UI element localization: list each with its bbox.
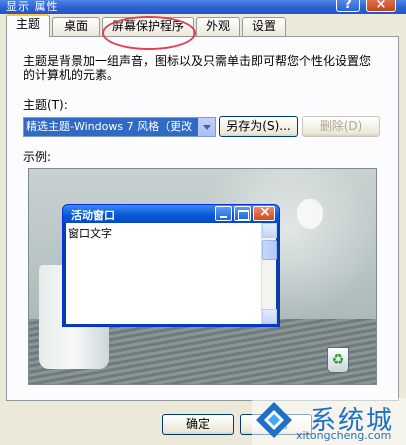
preview-window-text: 窗口文字 xyxy=(68,227,112,240)
recycle-bin-icon: ♻ xyxy=(327,347,349,373)
close-button[interactable]: × xyxy=(366,0,396,12)
preview-scrollbar xyxy=(261,223,277,324)
window-title-bar[interactable]: 显示 属性 ? × xyxy=(0,0,406,14)
watermark-domain: xitongcheng.com xyxy=(296,429,392,442)
scroll-up-icon xyxy=(262,223,277,238)
tab-bar: 主题 桌面 屏幕保护程序 外观 设置 xyxy=(6,14,402,37)
window-title: 显示 属性 xyxy=(6,0,59,13)
preview-window-client: 窗口文字 xyxy=(66,223,277,324)
save-as-button[interactable]: 另存为(S)... xyxy=(219,116,298,137)
tab-desktop[interactable]: 桌面 xyxy=(52,17,100,36)
close-icon xyxy=(253,204,275,221)
theme-dropdown-value: 精选主题-Windows 7 风格（更改 xyxy=(24,118,198,136)
preview-window-title-bar: 活动窗口 xyxy=(63,204,279,223)
theme-label: 主题(T): xyxy=(23,98,68,112)
scroll-thumb xyxy=(262,240,277,260)
apple-logo-icon xyxy=(297,199,323,229)
preview-window-title: 活动窗口 xyxy=(71,209,115,222)
themes-description: 主题是背景加一组声音，图标以及只需单击即可帮您个性化设置您的计算机的元素。 xyxy=(23,54,372,82)
theme-preview: ♻ 活动窗口 窗口文字 xyxy=(28,168,377,385)
scroll-down-icon xyxy=(262,309,277,324)
preview-active-window: 活动窗口 窗口文字 xyxy=(62,204,280,327)
tab-settings[interactable]: 设置 xyxy=(242,17,286,36)
theme-dropdown[interactable]: 精选主题-Windows 7 风格（更改 xyxy=(23,117,216,137)
help-button[interactable]: ? xyxy=(336,0,360,12)
site-logo-icon xyxy=(256,402,292,438)
site-watermark: 系统城 xitongcheng.com xyxy=(252,398,406,445)
minimize-icon xyxy=(215,206,232,221)
tab-themes[interactable]: 主题 xyxy=(6,14,50,37)
chevron-down-icon[interactable] xyxy=(198,118,215,136)
tab-appearance[interactable]: 外观 xyxy=(196,17,240,36)
ok-button[interactable]: 确定 xyxy=(162,414,234,435)
sample-label: 示例: xyxy=(23,150,52,164)
maximize-icon xyxy=(234,206,251,221)
delete-button[interactable]: 删除(D) xyxy=(302,116,380,137)
highlight-annotation-ellipse xyxy=(102,16,196,50)
